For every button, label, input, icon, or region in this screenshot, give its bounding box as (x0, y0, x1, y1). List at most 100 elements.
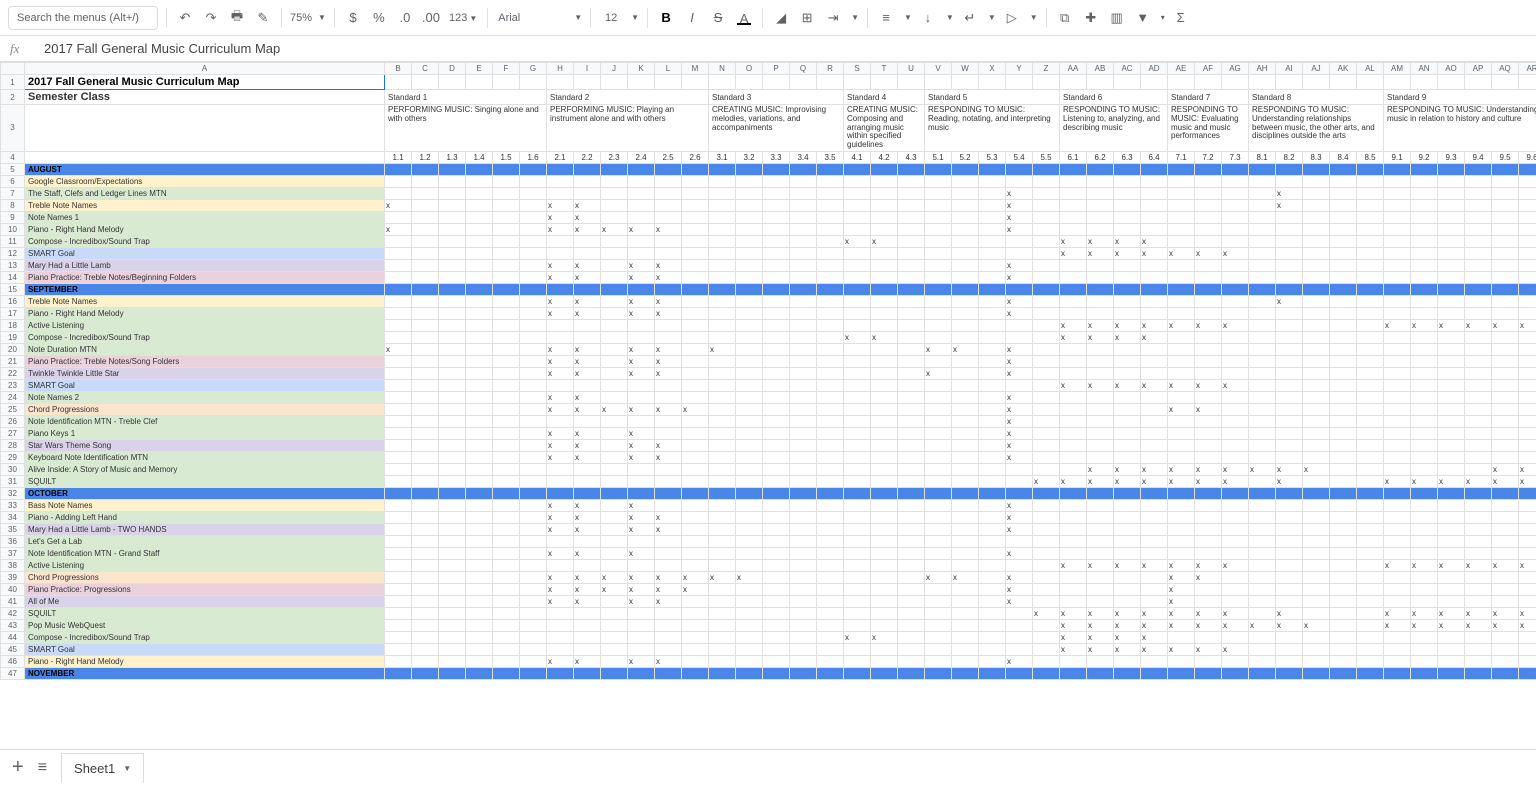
cell[interactable] (1114, 667, 1141, 679)
undo-icon[interactable]: ↶ (175, 8, 195, 28)
cell[interactable] (1330, 367, 1357, 379)
row-header[interactable]: 11 (1, 235, 25, 247)
cell[interactable] (1168, 211, 1195, 223)
cell[interactable] (979, 367, 1006, 379)
cell[interactable] (1006, 475, 1033, 487)
cell[interactable] (1519, 403, 1536, 415)
cell[interactable] (1357, 619, 1384, 631)
cell[interactable] (1195, 487, 1222, 499)
cell[interactable] (1438, 379, 1465, 391)
cell[interactable] (466, 355, 493, 367)
cell[interactable] (1114, 75, 1141, 90)
cell[interactable] (952, 379, 979, 391)
cell[interactable] (1222, 571, 1249, 583)
cell[interactable] (1087, 259, 1114, 271)
cell[interactable] (1465, 511, 1492, 523)
cell[interactable] (1249, 583, 1276, 595)
cell[interactable] (547, 475, 574, 487)
cell[interactable] (1060, 463, 1087, 475)
cell[interactable] (1141, 523, 1168, 535)
cell[interactable] (817, 547, 844, 559)
cell[interactable]: x (1195, 463, 1222, 475)
col-header[interactable]: AJ (1303, 63, 1330, 75)
cell[interactable] (1303, 259, 1330, 271)
cell[interactable] (466, 307, 493, 319)
cell[interactable] (466, 319, 493, 331)
cell[interactable] (1033, 319, 1060, 331)
cell[interactable] (1330, 415, 1357, 427)
col-header[interactable]: R (817, 63, 844, 75)
col-header[interactable]: D (439, 63, 466, 75)
cell[interactable]: x (1519, 619, 1536, 631)
cell[interactable] (682, 667, 709, 679)
cell[interactable] (1276, 559, 1303, 571)
cell[interactable]: x (1087, 643, 1114, 655)
cell[interactable] (925, 463, 952, 475)
cell[interactable] (1114, 451, 1141, 463)
cell[interactable] (1168, 391, 1195, 403)
cell[interactable] (439, 307, 466, 319)
cell[interactable] (1357, 547, 1384, 559)
cell[interactable] (1006, 487, 1033, 499)
cell[interactable]: x (655, 655, 682, 667)
cell[interactable] (439, 571, 466, 583)
cell-title[interactable]: 2017 Fall General Music Curriculum Map (25, 75, 385, 90)
cell[interactable] (817, 511, 844, 523)
cell[interactable]: x (1195, 379, 1222, 391)
cell[interactable] (1060, 439, 1087, 451)
cell[interactable] (385, 187, 412, 199)
cell[interactable]: x (1060, 607, 1087, 619)
cell[interactable] (1519, 643, 1536, 655)
cell-sub[interactable]: 6.2 (1087, 151, 1114, 163)
cell[interactable] (925, 667, 952, 679)
cell[interactable] (1141, 415, 1168, 427)
cell[interactable] (1330, 463, 1357, 475)
cell[interactable] (466, 607, 493, 619)
cell[interactable]: x (655, 307, 682, 319)
cell[interactable] (736, 499, 763, 511)
cell[interactable]: x (1060, 247, 1087, 259)
cell[interactable] (1465, 487, 1492, 499)
cell[interactable] (1033, 559, 1060, 571)
cell[interactable]: x (601, 223, 628, 235)
cell[interactable] (1276, 343, 1303, 355)
cell[interactable] (1006, 283, 1033, 295)
cell-label[interactable]: Note Identification MTN - Treble Clef (25, 415, 385, 427)
cell[interactable] (682, 187, 709, 199)
cell[interactable] (493, 487, 520, 499)
cell[interactable] (1276, 631, 1303, 643)
cell[interactable] (601, 511, 628, 523)
cell[interactable] (763, 463, 790, 475)
cell[interactable] (682, 235, 709, 247)
cell[interactable]: x (601, 583, 628, 595)
col-header[interactable]: B (385, 63, 412, 75)
cell-label[interactable]: Compose - Incredibox/Sound Trap (25, 235, 385, 247)
cell[interactable] (1357, 247, 1384, 259)
cell[interactable] (1519, 307, 1536, 319)
cell[interactable]: x (628, 511, 655, 523)
cell[interactable]: x (1114, 379, 1141, 391)
cell[interactable]: x (1195, 319, 1222, 331)
cell[interactable] (655, 283, 682, 295)
cell[interactable] (1249, 559, 1276, 571)
cell[interactable] (1303, 427, 1330, 439)
cell[interactable] (412, 535, 439, 547)
cell[interactable] (1357, 583, 1384, 595)
cell[interactable]: x (1141, 319, 1168, 331)
cell[interactable] (601, 391, 628, 403)
cell[interactable] (844, 343, 871, 355)
cell[interactable] (439, 223, 466, 235)
cell[interactable] (1033, 199, 1060, 211)
cell[interactable] (736, 463, 763, 475)
cell[interactable] (1303, 199, 1330, 211)
cell[interactable] (979, 187, 1006, 199)
cell[interactable] (871, 571, 898, 583)
cell[interactable] (925, 307, 952, 319)
cell[interactable] (790, 499, 817, 511)
row-header[interactable]: 36 (1, 535, 25, 547)
cell[interactable] (520, 271, 547, 283)
cell[interactable] (412, 655, 439, 667)
cell[interactable] (601, 415, 628, 427)
cell[interactable] (1249, 163, 1276, 175)
cell[interactable] (439, 439, 466, 451)
